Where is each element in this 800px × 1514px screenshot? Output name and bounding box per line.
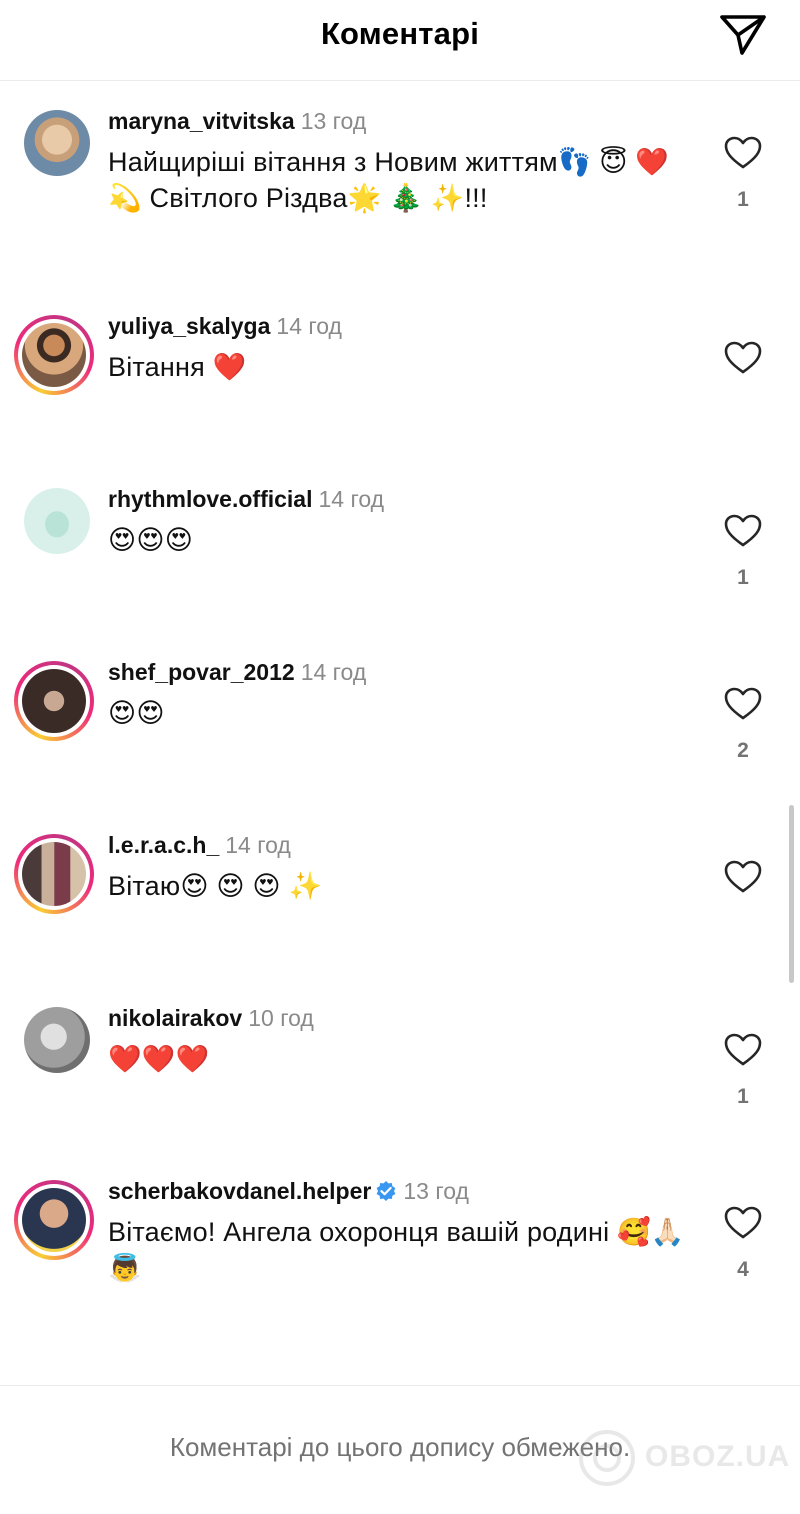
heart-icon[interactable] <box>724 341 762 375</box>
like-count: 1 <box>737 1085 749 1108</box>
timestamp: 14 год <box>318 486 385 512</box>
comment-text: 😍😍 <box>108 698 165 728</box>
avatar-photo <box>22 842 86 906</box>
avatar-photo <box>24 488 90 554</box>
scrollbar[interactable] <box>789 805 794 983</box>
avatar[interactable] <box>24 488 90 554</box>
verified-badge-icon <box>376 1181 396 1201</box>
like-count: 2 <box>737 739 749 762</box>
heart-icon[interactable] <box>724 514 762 548</box>
username[interactable]: nikolairakov <box>108 1005 242 1031</box>
username[interactable]: maryna_vitvitska <box>108 108 295 134</box>
comment-text: 😍😍😍 <box>108 525 194 555</box>
heart-icon[interactable] <box>724 136 762 170</box>
avatar-photo <box>24 1007 90 1073</box>
username[interactable]: scherbakovdanel.helper <box>108 1178 371 1204</box>
comment-text: Вітаємо! Ангела охоронця вашій родині 🥰🙏… <box>108 1217 685 1283</box>
like-count: 1 <box>737 188 749 211</box>
avatar[interactable] <box>24 1007 90 1073</box>
comment-text: Вітання ❤️ <box>108 352 247 382</box>
watermark-text: OBOZ.UA <box>645 1440 791 1473</box>
page-title: Коментарі <box>320 16 480 51</box>
timestamp: 14 год <box>300 659 367 685</box>
watermark-logo-icon <box>579 1430 635 1486</box>
like-count: 1 <box>737 566 749 589</box>
heart-icon[interactable] <box>724 1206 762 1240</box>
avatar-photo <box>22 323 86 387</box>
avatar[interactable] <box>14 834 94 914</box>
comment-text: ❤️❤️❤️ <box>108 1044 210 1074</box>
avatar-photo <box>22 1188 86 1252</box>
username[interactable]: yuliya_skalyga <box>108 313 270 339</box>
avatar[interactable] <box>14 1180 94 1260</box>
paper-plane-icon[interactable] <box>718 13 768 57</box>
comment-text: Найщиріші вітання з Новим життям👣 😇 ❤️ 💫… <box>108 147 670 213</box>
timestamp: 10 год <box>248 1005 314 1031</box>
avatar-photo <box>24 110 90 176</box>
username[interactable]: l.e.r.a.c.h_ <box>108 832 219 858</box>
header: Коментарі <box>0 0 800 81</box>
timestamp: 13 год <box>403 1178 469 1204</box>
avatar[interactable] <box>24 110 90 176</box>
comment-text: Вітаю😍 😍 😍 ✨ <box>108 871 323 901</box>
heart-icon[interactable] <box>724 860 762 894</box>
username[interactable]: shef_povar_2012 <box>108 659 295 685</box>
timestamp: 14 год <box>276 313 342 339</box>
avatar-photo <box>22 669 86 733</box>
avatar[interactable] <box>14 661 94 741</box>
heart-icon[interactable] <box>724 1033 762 1067</box>
avatar[interactable] <box>14 315 94 395</box>
watermark: OBOZ.UA <box>575 1422 795 1492</box>
username[interactable]: rhythmlove.official <box>108 486 312 512</box>
heart-icon[interactable] <box>724 687 762 721</box>
like-count: 4 <box>737 1258 749 1281</box>
timestamp: 14 год <box>225 832 291 858</box>
timestamp: 13 год <box>300 108 367 134</box>
